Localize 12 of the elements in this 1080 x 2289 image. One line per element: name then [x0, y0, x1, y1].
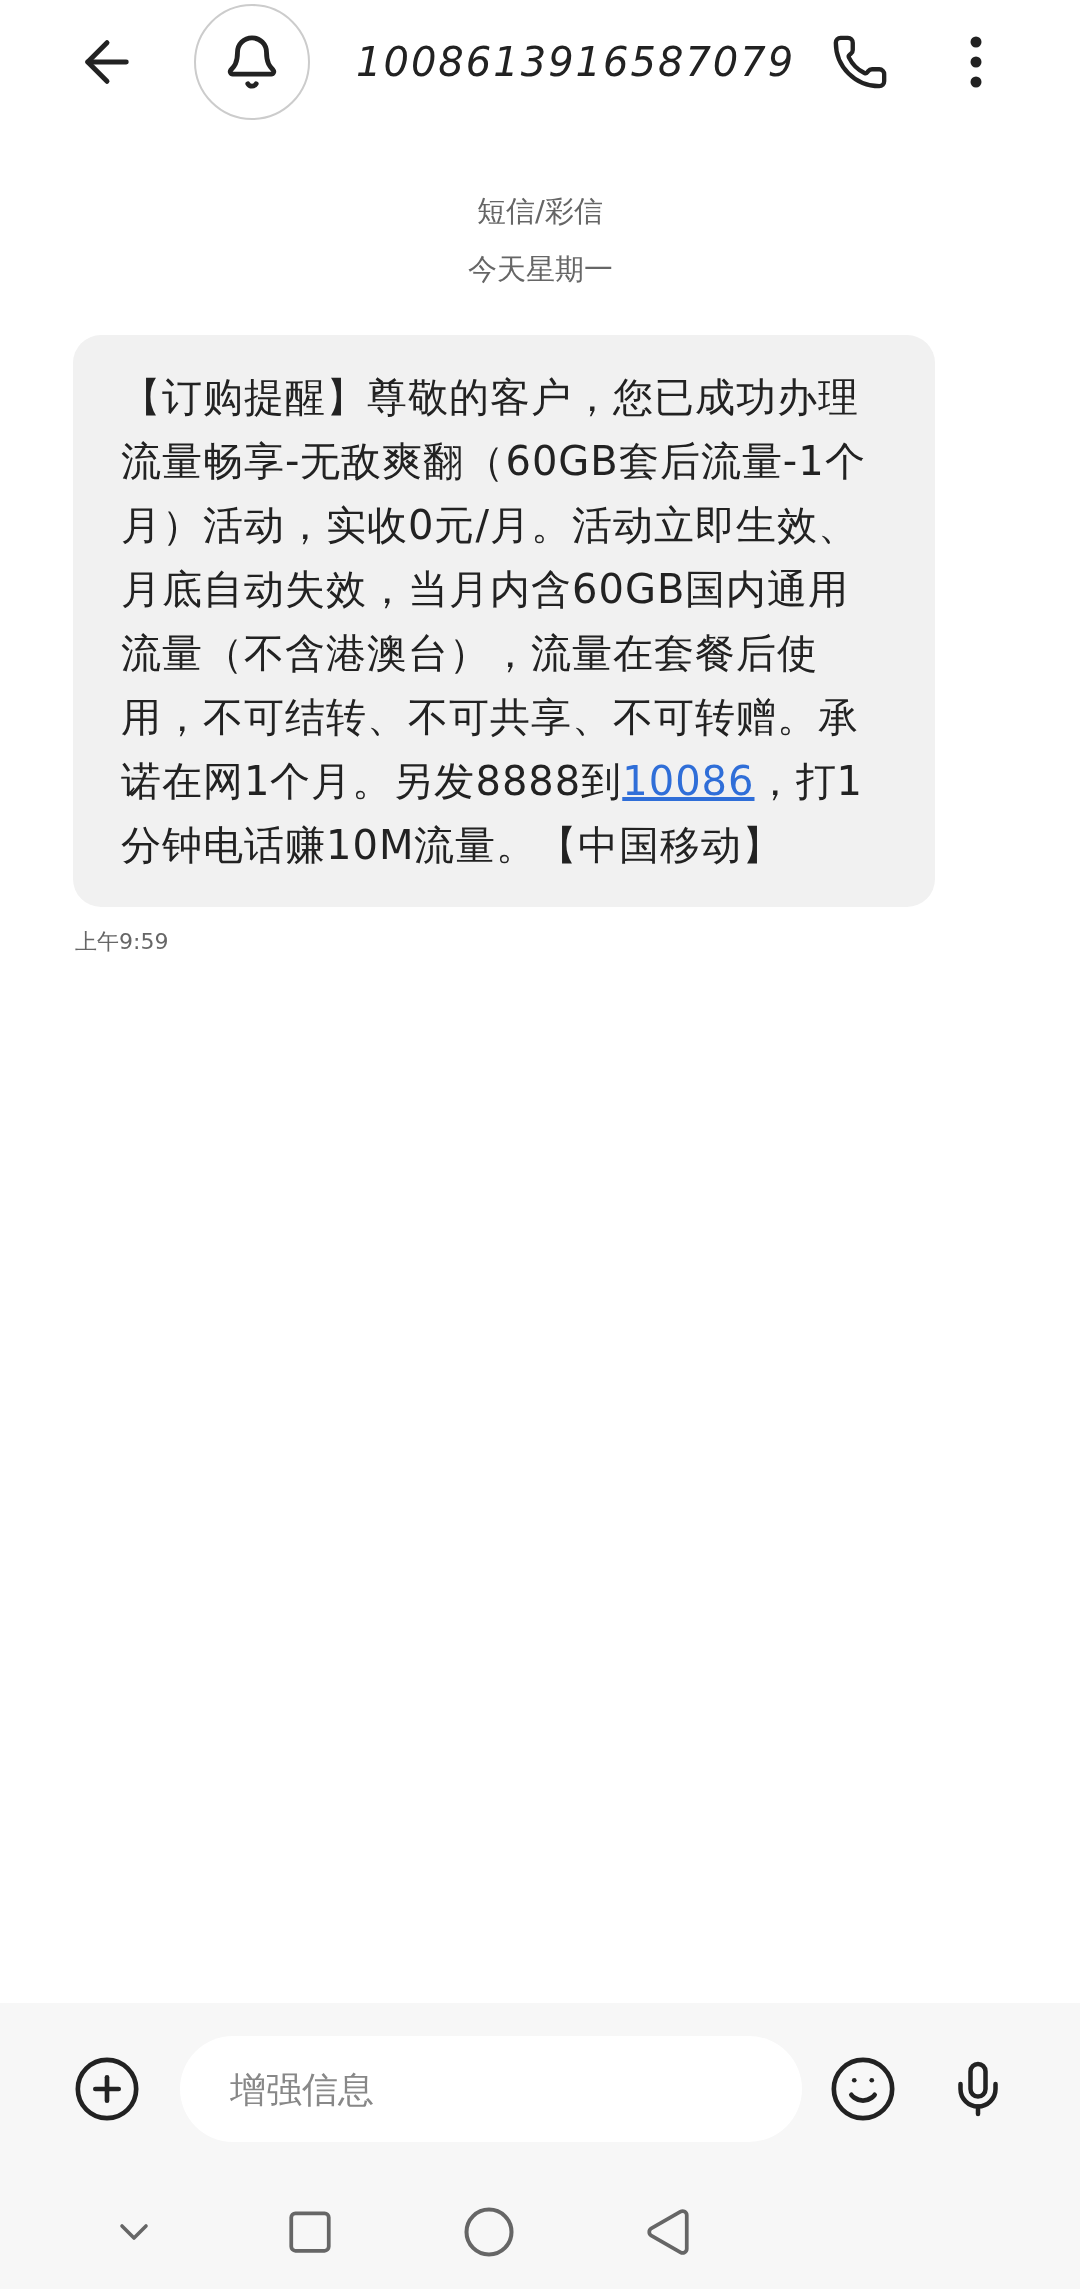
message-text: 【订购提醒】尊敬的客户，您已成功办理流量畅享-无敌爽翻（60GB套后流量-1个月）活动，实收0元/月。活动立即生效、月底自动失效，当月内含60GB国内通用流量（不含港澳台），流量在套餐后使用，不可结转、不可共享、不可转赠。承诺在网1个月。另发8888到10086，打1分钟电话赚10M流量。【中国移动】 [121, 373, 867, 870]
more-icon [970, 36, 982, 88]
phone-icon [831, 33, 889, 91]
home-button[interactable] [462, 2205, 516, 2259]
contact-number: 1008613916587079 [356, 38, 796, 87]
phone-link[interactable]: 10086 [622, 758, 755, 804]
message-time: 上午9:59 [75, 928, 169, 956]
message-input-field[interactable]: 增强信息 [180, 2036, 802, 2142]
message-type-label: 短信/彩信 [477, 193, 603, 230]
circle-icon [462, 2205, 516, 2259]
notification-button[interactable] [194, 4, 310, 120]
date-label: 今天星期一 [467, 250, 613, 288]
